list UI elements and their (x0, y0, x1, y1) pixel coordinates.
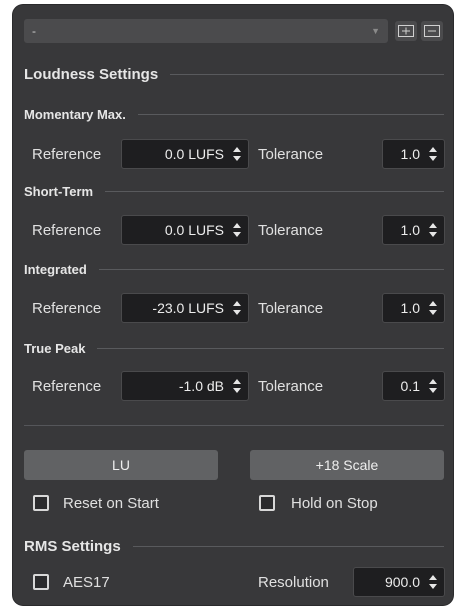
true-peak-tolerance-label: Tolerance (258, 378, 324, 395)
true-peak-tolerance-value: 0.1 (400, 378, 420, 394)
integrated-reference-field[interactable]: -23.0 LUFS (121, 293, 249, 323)
loudness-settings-title: Loudness Settings (24, 66, 159, 83)
integrated-reference-label: Reference (32, 300, 102, 317)
integrated-reference-value: -23.0 LUFS (152, 300, 224, 316)
rms-settings-heading: RMS Settings (24, 538, 444, 555)
rms-settings-title: RMS Settings (24, 538, 121, 555)
short-term-tolerance-field[interactable]: 1.0 (382, 215, 445, 245)
short-term-tolerance-label: Tolerance (258, 222, 324, 239)
remove-preset-icon (424, 25, 440, 37)
momentary-reference-field[interactable]: 0.0 LUFS (121, 139, 249, 169)
add-preset-icon (398, 25, 414, 37)
integrated-title: Integrated (24, 262, 87, 277)
true-peak-reference-label: Reference (32, 378, 102, 395)
short-term-tolerance-value: 1.0 (400, 222, 420, 238)
chevron-down-icon: ▼ (371, 26, 380, 36)
resolution-field[interactable]: 900.0 (353, 567, 445, 597)
momentary-tolerance-field[interactable]: 1.0 (382, 139, 445, 169)
lu-button[interactable]: LU (24, 450, 218, 480)
resolution-label: Resolution (258, 574, 329, 591)
spinner-icon[interactable] (232, 300, 242, 316)
momentary-tolerance-label: Tolerance (258, 146, 324, 163)
true-peak-heading: True Peak (24, 341, 444, 356)
spinner-icon[interactable] (232, 146, 242, 162)
loudness-settings-panel: - ▼ Loudness Settings Momentary Max. Ref… (13, 5, 453, 605)
momentary-max-heading: Momentary Max. (24, 107, 444, 122)
hold-on-stop-label: Hold on Stop (291, 495, 378, 512)
preset-row: - ▼ (24, 19, 444, 43)
loudness-settings-heading: Loudness Settings (24, 66, 444, 83)
integrated-heading: Integrated (24, 262, 444, 277)
true-peak-reference-field[interactable]: -1.0 dB (121, 371, 249, 401)
spinner-icon[interactable] (428, 300, 438, 316)
spinner-icon[interactable] (428, 378, 438, 394)
remove-preset-button[interactable] (421, 21, 443, 41)
spinner-icon[interactable] (428, 222, 438, 238)
hold-on-stop-checkbox[interactable] (259, 495, 275, 511)
momentary-reference-value: 0.0 LUFS (164, 146, 224, 162)
integrated-tolerance-label: Tolerance (258, 300, 324, 317)
short-term-reference-label: Reference (32, 222, 102, 239)
short-term-title: Short-Term (24, 184, 94, 199)
add-preset-button[interactable] (395, 21, 417, 41)
momentary-reference-label: Reference (32, 146, 102, 163)
short-term-reference-field[interactable]: 0.0 LUFS (121, 215, 249, 245)
true-peak-tolerance-field[interactable]: 0.1 (382, 371, 445, 401)
reset-on-start-label: Reset on Start (63, 495, 159, 512)
spinner-icon[interactable] (232, 378, 242, 394)
resolution-value: 900.0 (384, 574, 420, 590)
short-term-heading: Short-Term (24, 184, 444, 199)
preset-value: - (32, 24, 36, 38)
short-term-reference-value: 0.0 LUFS (164, 222, 224, 238)
reset-on-start-checkbox[interactable] (33, 495, 49, 511)
integrated-tolerance-field[interactable]: 1.0 (382, 293, 445, 323)
momentary-max-title: Momentary Max. (24, 107, 126, 122)
aes17-checkbox[interactable] (33, 574, 49, 590)
preset-select[interactable]: - ▼ (24, 19, 388, 43)
section-divider (24, 425, 444, 426)
aes17-label: AES17 (63, 574, 110, 591)
true-peak-reference-value: -1.0 dB (178, 378, 224, 394)
spinner-icon[interactable] (428, 146, 438, 162)
spinner-icon[interactable] (232, 222, 242, 238)
momentary-tolerance-value: 1.0 (400, 146, 420, 162)
spinner-icon[interactable] (428, 574, 438, 590)
true-peak-title: True Peak (24, 341, 86, 356)
integrated-tolerance-value: 1.0 (400, 300, 420, 316)
plus-18-scale-button[interactable]: +18 Scale (250, 450, 444, 480)
